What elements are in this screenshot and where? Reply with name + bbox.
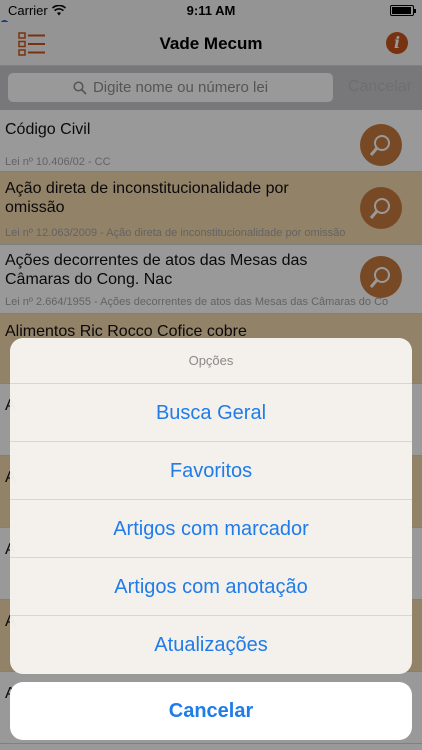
cancel-button[interactable]: Cancelar bbox=[10, 682, 412, 740]
option-busca-geral[interactable]: Busca Geral bbox=[10, 384, 412, 442]
option-atualizacoes[interactable]: Atualizações bbox=[10, 616, 412, 674]
option-artigos-com-anotacao[interactable]: Artigos com anotação bbox=[10, 558, 412, 616]
action-sheet-title: Opções bbox=[10, 338, 412, 384]
action-sheet: Opções Busca Geral Favoritos Artigos com… bbox=[10, 338, 412, 674]
option-artigos-com-marcador[interactable]: Artigos com marcador bbox=[10, 500, 412, 558]
option-favoritos[interactable]: Favoritos bbox=[10, 442, 412, 500]
